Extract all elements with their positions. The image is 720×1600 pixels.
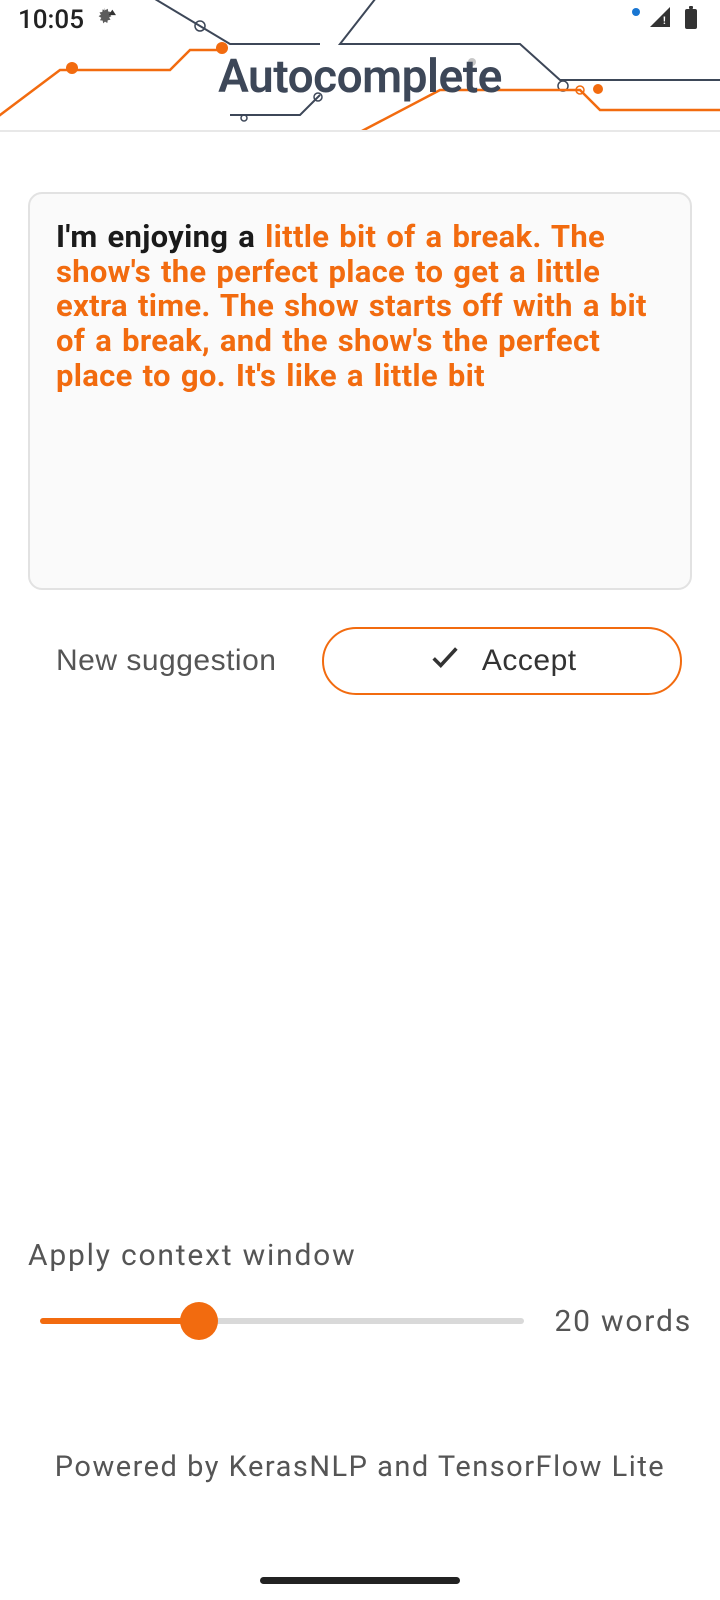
check-icon — [428, 640, 462, 682]
footer-attribution: Powered by KerasNLP and TensorFlow Lite — [0, 1450, 720, 1484]
text-input-card[interactable]: I'm enjoying a little bit of a break. Th… — [28, 192, 692, 590]
context-window-slider[interactable] — [28, 1301, 524, 1341]
accept-button-label: Accept — [482, 644, 577, 678]
gear-icon — [94, 5, 116, 35]
new-suggestion-button[interactable]: New suggestion — [38, 626, 302, 696]
slider-thumb[interactable] — [180, 1302, 218, 1340]
accept-button[interactable]: Accept — [322, 627, 682, 695]
status-time: 10:05 — [18, 5, 84, 35]
main-content: I'm enjoying a little bit of a break. Th… — [0, 132, 720, 696]
page-title: Autocomplete — [0, 50, 720, 104]
context-window-label: Apply context window — [28, 1238, 692, 1273]
battery-icon — [678, 5, 702, 36]
status-right: ! — [632, 5, 702, 36]
slider-fill — [40, 1318, 199, 1324]
context-window-section: Apply context window 20 words — [28, 1238, 692, 1341]
user-text: I'm enjoying a — [56, 218, 265, 255]
slider-row: 20 words — [28, 1301, 692, 1341]
home-indicator[interactable] — [260, 1577, 460, 1584]
notification-dot-icon — [632, 8, 640, 16]
signal-icon: ! — [648, 5, 672, 36]
svg-text:!: ! — [663, 16, 666, 27]
status-bar: 10:05 ! — [0, 0, 720, 40]
status-left: 10:05 — [18, 5, 116, 35]
buttons-row: New suggestion Accept — [28, 626, 692, 696]
context-window-value: 20 words — [554, 1304, 692, 1339]
